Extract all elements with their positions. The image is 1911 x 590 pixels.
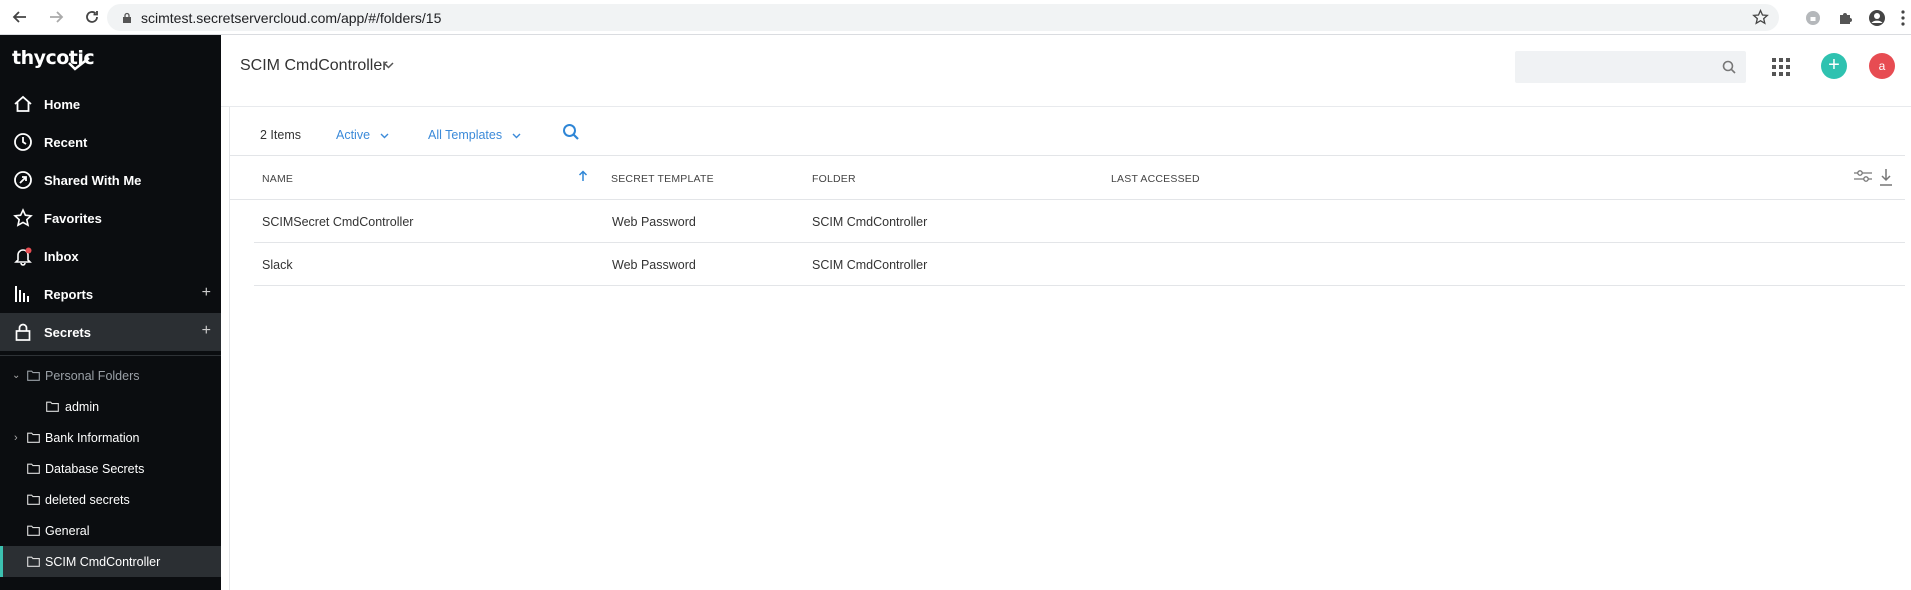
home-icon (12, 93, 34, 115)
nav-home[interactable]: Home (0, 85, 221, 123)
global-search-input[interactable] (1515, 51, 1746, 83)
menu-dots-icon[interactable] (1899, 8, 1907, 28)
nav-label: Secrets (44, 324, 91, 340)
folder-database-secrets[interactable]: Database Secrets (0, 453, 221, 484)
table-actions (1853, 168, 1893, 186)
chevron-right-icon[interactable]: › (14, 432, 18, 444)
header-divider (221, 106, 1911, 107)
apps-grid-icon[interactable] (1772, 58, 1790, 76)
cell-folder: SCIM CmdController (812, 258, 928, 272)
sidebar-divider (0, 355, 221, 356)
folder-general[interactable]: General (0, 515, 221, 546)
avatar[interactable]: a (1869, 53, 1895, 79)
add-report-button[interactable]: + (202, 284, 211, 302)
forward-icon[interactable] (46, 7, 66, 27)
clock-icon (12, 131, 34, 153)
nav-shared-with-me[interactable]: Shared With Me (0, 161, 221, 199)
item-count: 2 Items (260, 128, 301, 142)
column-header-secret-template[interactable]: SECRET TEMPLATE (611, 173, 714, 185)
column-header-folder[interactable]: FOLDER (812, 173, 856, 185)
list-toolbar: 2 Items Active All Templates (230, 110, 1905, 154)
folder-icon (27, 556, 40, 567)
cell-folder: SCIM CmdController (812, 215, 928, 229)
folder-label: SCIM CmdController (45, 554, 161, 569)
search-icon[interactable] (562, 123, 580, 141)
cell-template: Web Password (612, 258, 696, 272)
folder-icon (27, 370, 40, 381)
folder-icon (27, 525, 40, 536)
bell-icon (12, 245, 34, 267)
url-text: scimtest.secretservercloud.com/app/#/fol… (141, 9, 442, 26)
nav-secrets[interactable]: Secrets + (0, 313, 221, 351)
cell-name[interactable]: Slack (262, 258, 293, 272)
column-header-last-accessed[interactable]: LAST ACCESSED (1111, 173, 1200, 185)
chevron-down-icon[interactable] (383, 61, 394, 69)
reload-icon[interactable] (82, 7, 102, 27)
browser-toolbar: scimtest.secretservercloud.com/app/#/fol… (0, 0, 1911, 35)
nav-label: Recent (44, 134, 88, 150)
main-header: SCIM CmdController + a (221, 35, 1911, 107)
folder-label: Bank Information (45, 430, 140, 445)
cell-template: Web Password (612, 215, 696, 229)
sidebar: thycotic Home Recent Shared With Me Favo… (0, 35, 221, 590)
nav-favorites[interactable]: Favorites (0, 199, 221, 237)
folder-icon (27, 494, 40, 505)
lock-icon (12, 321, 34, 343)
search-icon[interactable] (1722, 60, 1736, 74)
status-filter-label: Active (336, 128, 371, 142)
column-header-name[interactable]: NAME (262, 173, 293, 185)
folder-label: General (45, 523, 90, 538)
cell-name[interactable]: SCIMSecret CmdController (262, 215, 413, 229)
sort-ascending-icon[interactable] (578, 170, 588, 182)
nav-label: Shared With Me (44, 172, 142, 188)
chevron-down-icon[interactable]: ⌄ (12, 370, 20, 381)
reports-icon (12, 283, 34, 305)
back-icon[interactable] (10, 7, 30, 27)
nav-recent[interactable]: Recent (0, 123, 221, 161)
status-filter-dropdown[interactable]: Active (336, 128, 389, 142)
chevron-down-icon (380, 133, 389, 139)
table-header: NAME SECRET TEMPLATE FOLDER LAST ACCESSE… (230, 155, 1905, 200)
chevron-down-icon (512, 133, 521, 139)
nav-reports[interactable]: Reports + (0, 275, 221, 313)
folder-label: Database Secrets (45, 461, 145, 476)
nav-label: Home (44, 96, 81, 112)
folder-label: deleted secrets (45, 492, 130, 507)
nav-label: Reports (44, 286, 94, 302)
nav-label: Inbox (44, 248, 79, 264)
nav-label: Favorites (44, 210, 102, 226)
folder-icon (27, 463, 40, 474)
profile-icon[interactable] (1867, 8, 1887, 28)
template-filter-dropdown[interactable]: All Templates (428, 128, 521, 142)
folder-label: admin (65, 399, 100, 414)
bookmark-star-icon[interactable] (1752, 9, 1769, 26)
folder-label: Personal Folders (45, 368, 140, 383)
extension-lock-icon[interactable] (1803, 8, 1823, 28)
lock-icon (123, 12, 131, 23)
logo-check-icon (68, 57, 90, 71)
add-secret-button[interactable]: + (202, 322, 211, 340)
add-button[interactable]: + (1821, 53, 1847, 79)
share-icon (12, 169, 34, 191)
template-filter-label: All Templates (428, 128, 503, 142)
folder-bank-information[interactable]: › Bank Information (0, 422, 221, 453)
folder-icon (46, 401, 59, 412)
download-icon[interactable] (1879, 168, 1893, 186)
star-icon (12, 207, 34, 229)
folder-personal-folders[interactable]: ⌄ Personal Folders (0, 360, 221, 391)
folder-scim-cmdcontroller[interactable]: SCIM CmdController (0, 546, 221, 577)
address-bar[interactable]: scimtest.secretservercloud.com/app/#/fol… (107, 4, 1779, 31)
column-settings-icon[interactable] (1853, 168, 1873, 184)
puzzle-icon[interactable] (1835, 8, 1855, 28)
browser-extensions (1803, 0, 1911, 35)
nav-inbox[interactable]: Inbox (0, 237, 221, 275)
table-row[interactable]: Slack Web Password SCIM CmdController (254, 243, 1905, 286)
table-row[interactable]: SCIMSecret CmdController Web Password SC… (254, 200, 1905, 243)
folder-admin[interactable]: admin (0, 391, 221, 422)
folder-icon (27, 432, 40, 443)
page-title[interactable]: SCIM CmdController (240, 57, 388, 75)
folder-deleted-secrets[interactable]: deleted secrets (0, 484, 221, 515)
